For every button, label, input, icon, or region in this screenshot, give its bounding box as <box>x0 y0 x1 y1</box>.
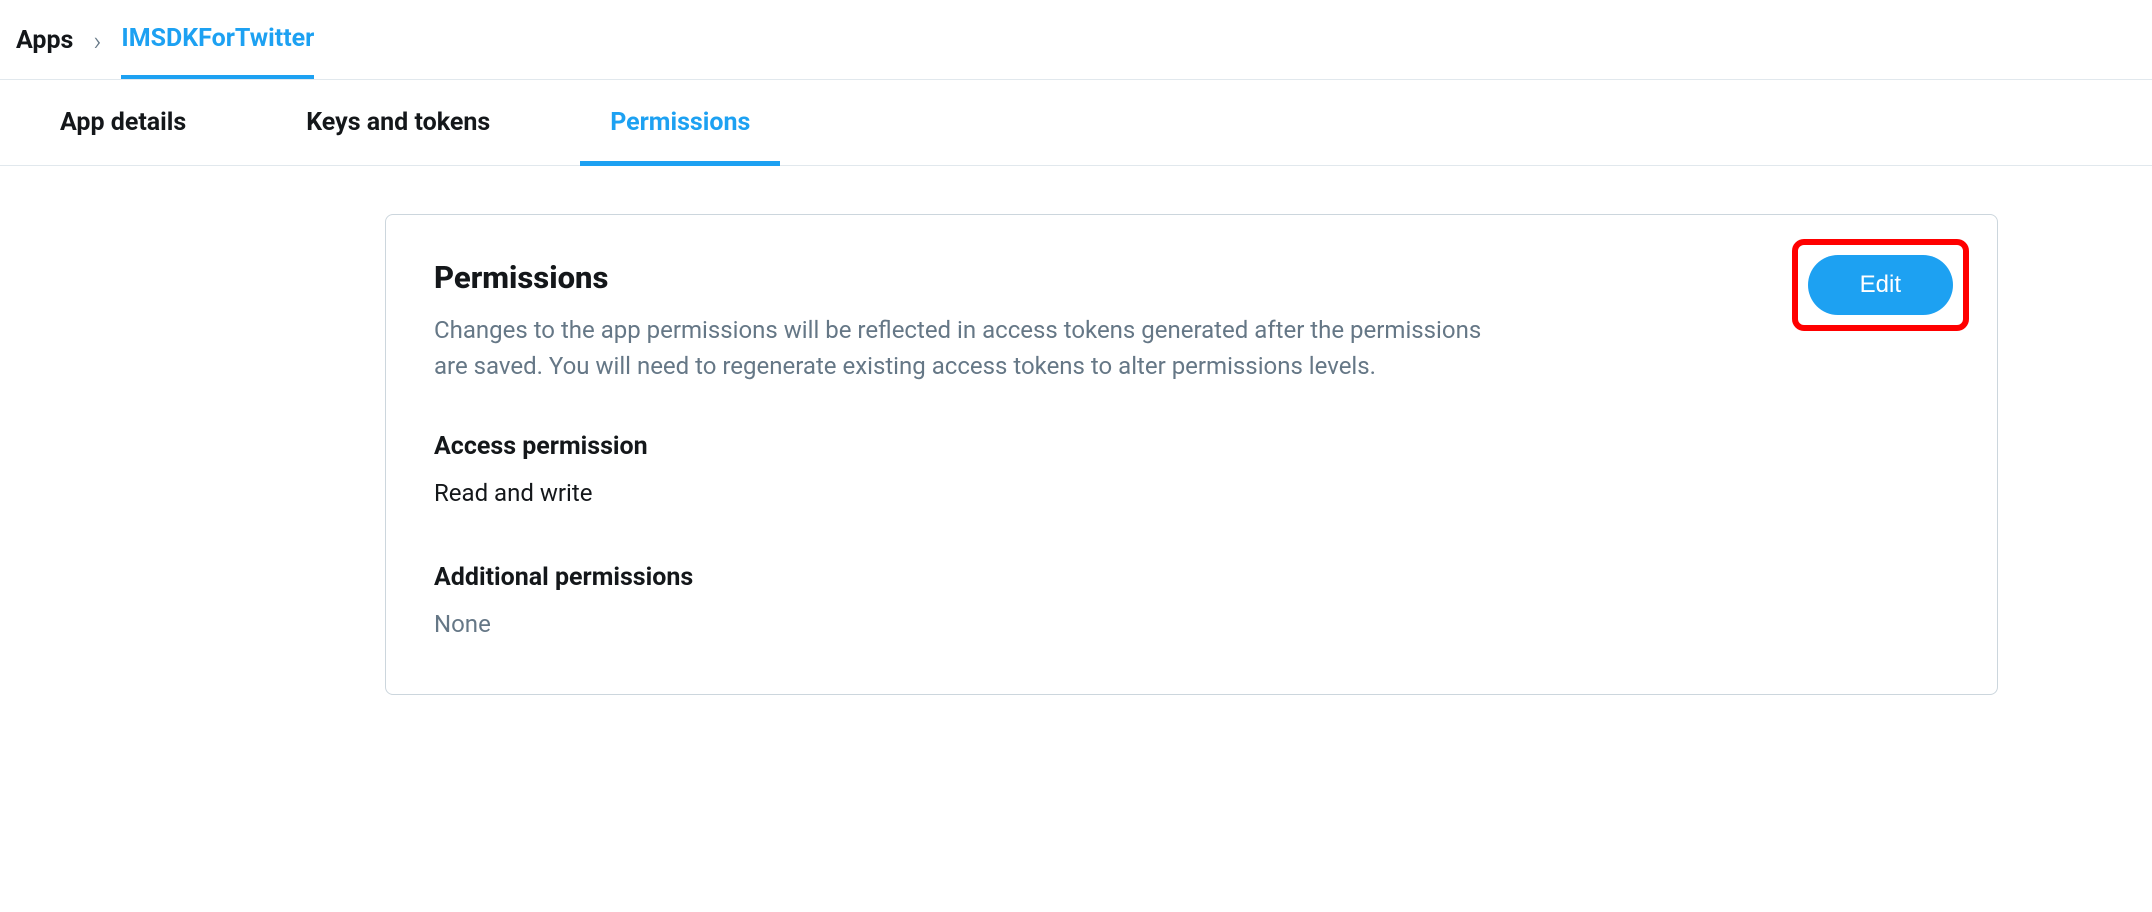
chevron-right-icon: › <box>93 25 101 57</box>
access-permission-value: Read and write <box>434 479 1949 507</box>
breadcrumb-root[interactable]: Apps <box>16 26 73 55</box>
breadcrumb: Apps › IMSDKForTwitter <box>0 0 2152 79</box>
additional-permissions-title: Additional permissions <box>434 563 1949 592</box>
permissions-card: Permissions Changes to the app permissio… <box>385 214 1998 695</box>
edit-button[interactable]: Edit <box>1808 255 1953 315</box>
tab-app-details[interactable]: App details <box>60 80 186 165</box>
edit-button-highlight: Edit <box>1792 239 1969 331</box>
tabs: App details Keys and tokens Permissions <box>0 79 2152 166</box>
content-area: Permissions Changes to the app permissio… <box>0 166 2152 743</box>
breadcrumb-current[interactable]: IMSDKForTwitter <box>121 24 314 79</box>
access-permission-title: Access permission <box>434 432 1949 461</box>
additional-permissions-value: None <box>434 610 1949 638</box>
card-title: Permissions <box>434 259 1494 296</box>
tab-permissions[interactable]: Permissions <box>610 80 750 165</box>
card-description: Changes to the app permissions will be r… <box>434 312 1494 384</box>
tab-keys-and-tokens[interactable]: Keys and tokens <box>306 80 490 165</box>
